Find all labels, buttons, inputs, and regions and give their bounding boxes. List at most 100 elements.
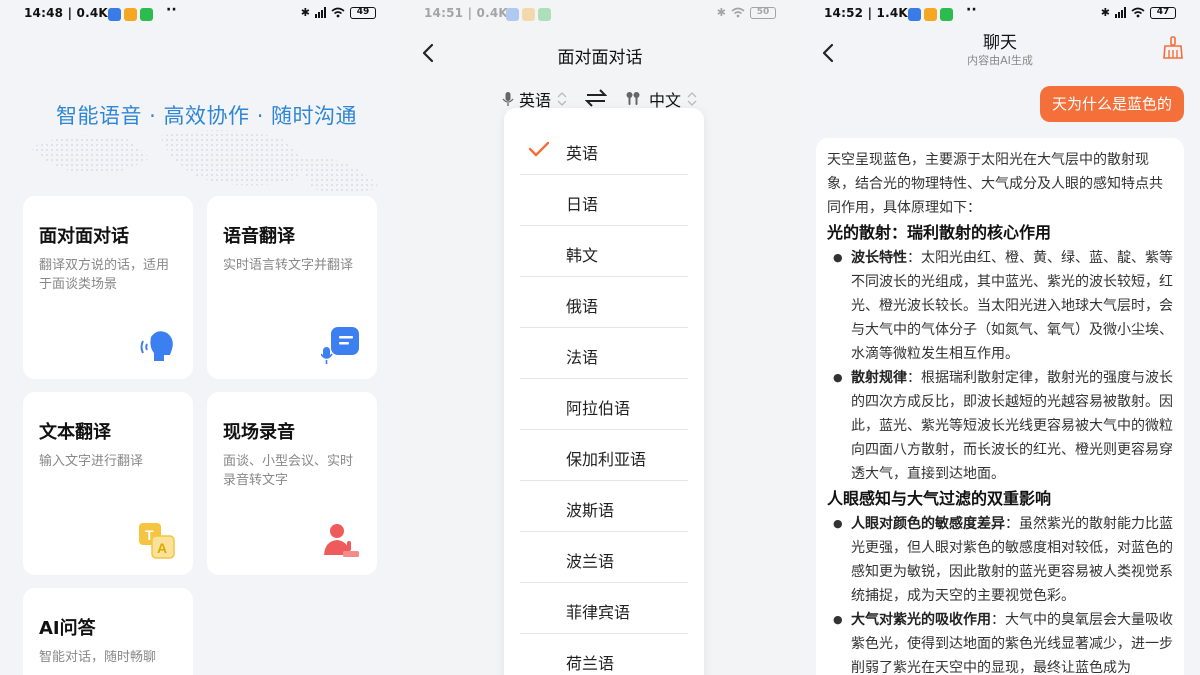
more-notifications-icon: ··: [966, 2, 977, 18]
language-option-label: 保加利亚语: [566, 450, 647, 469]
card-title: 面对面对话: [39, 226, 129, 247]
card-title: 文本翻译: [39, 422, 111, 443]
svg-text:A: A: [157, 540, 167, 556]
language-option[interactable]: 波斯语: [520, 481, 688, 532]
wechat-icon: [940, 8, 953, 21]
target-language-selector[interactable]: 中文: [625, 88, 699, 110]
language-option-label: 阿拉伯语: [566, 399, 631, 418]
app-notification-icon: [924, 8, 937, 21]
status-time: 14:52 | 1.4K/s: [824, 6, 920, 20]
language-option[interactable]: 法语: [520, 328, 688, 379]
text-translate-icon: T A: [139, 523, 175, 559]
notification-icons: [506, 8, 551, 21]
language-option-label: 韩文: [566, 246, 599, 265]
wifi-icon: [731, 7, 745, 18]
source-language-selector[interactable]: 英语: [502, 88, 569, 110]
card-live-recording[interactable]: 现场录音 面谈、小型会议、实时录音转文字: [207, 392, 377, 575]
wechat-icon: [538, 8, 551, 21]
bullet-text: ：太阳光由红、橙、黄、绿、蓝、靛、紫等不同波长的光组成，其中蓝光、紫光的波长较短…: [851, 250, 1173, 362]
card-voice-translate[interactable]: 语音翻译 实时语言转文字并翻译: [207, 196, 377, 379]
card-desc: 实时语言转文字并翻译: [223, 258, 354, 273]
bluetooth-icon: ✱: [716, 6, 726, 19]
clear-chat-broom-icon[interactable]: [1162, 36, 1184, 60]
answer-intro: 天空呈现蓝色，主要源于太阳光在大气层中的散射现象，结合光的物理特性、大气成分及人…: [827, 152, 1163, 216]
language-option-label: 法语: [566, 348, 599, 367]
wechat-icon: [140, 8, 153, 21]
battery-icon: 47: [1150, 6, 1176, 19]
swap-languages-icon[interactable]: [585, 88, 607, 108]
more-notifications-icon: ··: [166, 2, 177, 18]
ai-answer-card: 天空呈现蓝色，主要源于太阳光在大气层中的散射现象，结合光的物理特性、大气成分及人…: [816, 138, 1184, 675]
notification-icons: [908, 8, 953, 21]
language-option[interactable]: 阿拉伯语: [520, 379, 688, 430]
language-option-label: 英语: [566, 144, 599, 163]
page-title: 面对面对话: [557, 48, 643, 68]
language-option[interactable]: 荷兰语: [520, 634, 688, 675]
wifi-icon: [331, 7, 345, 18]
bullet-label: 散射规律: [851, 370, 907, 386]
status-right: ✱ 50: [717, 6, 776, 19]
user-message-bubble: 天为什么是蓝色的: [1039, 86, 1184, 122]
speaker-podium-icon: [324, 524, 359, 557]
home-screen: 14:48 | 0.4K/s ·· ✱ 49 智能语音 · 高效协作 · 随时沟…: [0, 0, 400, 675]
language-option-label: 荷兰语: [566, 654, 615, 673]
card-desc: 输入文字进行翻译: [39, 454, 144, 469]
language-option[interactable]: 韩文: [520, 226, 688, 277]
card-title: 现场录音: [223, 422, 295, 443]
language-option[interactable]: 菲律宾语: [520, 583, 688, 634]
chat-screen: 14:52 | 1.4K/s ·· ✱ 47 聊天 内容由AI生成 天为什么是蓝…: [800, 0, 1200, 675]
status-bar: 14:48 | 0.4K/s ·· ✱ 49: [0, 0, 400, 28]
bullet-text: ：根据瑞利散射定律，散射光的强度与波长的四次方成反比，即波长越短的光越容易被散射…: [851, 370, 1173, 482]
language-option[interactable]: 俄语: [520, 277, 688, 328]
answer-bullet: 波长特性：太阳光由红、橙、黄、绿、蓝、靛、紫等不同波长的光组成，其中蓝光、紫光的…: [827, 246, 1173, 366]
bullet-label: 波长特性: [851, 250, 907, 266]
page-title: 聊天: [983, 33, 1017, 53]
battery-icon: 50: [750, 6, 776, 19]
wifi-icon: [1131, 7, 1145, 18]
signal-icon: [1115, 7, 1126, 18]
app-notification-icon: [108, 8, 121, 21]
microphone-icon: [502, 92, 514, 106]
checkmark-icon: [528, 141, 550, 157]
language-option-label: 日语: [566, 195, 599, 214]
app-notification-icon: [522, 8, 535, 21]
head-speaking-icon: [140, 331, 173, 361]
ai-generated-note: 内容由AI生成: [967, 54, 1033, 67]
answer-heading: 光的散射：瑞利散射的核心作用: [827, 223, 1052, 242]
battery-icon: 49: [350, 6, 376, 19]
card-title: 语音翻译: [223, 226, 295, 247]
card-face-to-face[interactable]: 面对面对话 翻译双方说的话，适用于面谈类场景: [23, 196, 193, 379]
status-time: 14:48 | 0.4K/s: [24, 6, 120, 20]
answer-bullet: 大气对紫光的吸收作用：大气中的臭氧层会大量吸收紫色光，使得到达地面的紫色光线显著…: [827, 608, 1173, 675]
status-right: ✱ 47: [1101, 6, 1176, 19]
card-ai-qa[interactable]: AI问答 智能对话，随时畅聊: [23, 588, 193, 675]
bluetooth-icon: ✱: [1100, 6, 1110, 19]
language-option-label: 波兰语: [566, 552, 615, 571]
status-bar: 14:51 | 0.4K/s ✱ 50: [400, 0, 800, 28]
language-option-label: 波斯语: [566, 501, 615, 520]
language-option[interactable]: 保加利亚语: [520, 430, 688, 481]
language-option[interactable]: 日语: [520, 175, 688, 226]
card-desc: 智能对话，随时畅聊: [39, 650, 157, 665]
language-dropdown: 英语 日语 韩文 俄语 法语 阿拉伯语 保加利亚语 波斯语 波兰语 菲律宾语 荷…: [504, 108, 704, 675]
app-notification-icon: [908, 8, 921, 21]
earbuds-icon: [626, 92, 640, 105]
card-text-translate[interactable]: 文本翻译 输入文字进行翻译 T A: [23, 392, 193, 575]
status-right: ✱ 49: [301, 6, 376, 19]
signal-icon: [315, 7, 326, 18]
status-bar: 14:52 | 1.4K/s ·· ✱ 47: [800, 0, 1200, 28]
bluetooth-icon: ✱: [300, 6, 310, 19]
language-option[interactable]: 波兰语: [520, 532, 688, 583]
answer-heading: 人眼感知与大气过滤的双重影响: [827, 489, 1052, 508]
language-option-label: 俄语: [566, 297, 599, 316]
face-to-face-screen: 14:51 | 0.4K/s ✱ 50 面对面对话 英语 中文 英语 日语 韩文…: [400, 0, 800, 675]
app-notification-icon: [506, 8, 519, 21]
answer-bullet: 人眼对颜色的敏感度差异：虽然紫光的散射能力比蓝光更强，但人眼对紫色的敏感度相对较…: [827, 512, 1173, 608]
answer-bullet: 散射规律：根据瑞利散射定律，散射光的强度与波长的四次方成反比，即波长越短的光越容…: [827, 366, 1173, 486]
notification-icons: [108, 8, 153, 21]
bullet-label: 大气对紫光的吸收作用: [851, 612, 991, 628]
world-map-decoration: [30, 129, 380, 193]
card-desc: 面谈、小型会议、实时录音转文字: [223, 454, 354, 488]
language-option[interactable]: 英语: [520, 124, 688, 175]
card-desc: 翻译双方说的话，适用于面谈类场景: [39, 258, 170, 292]
